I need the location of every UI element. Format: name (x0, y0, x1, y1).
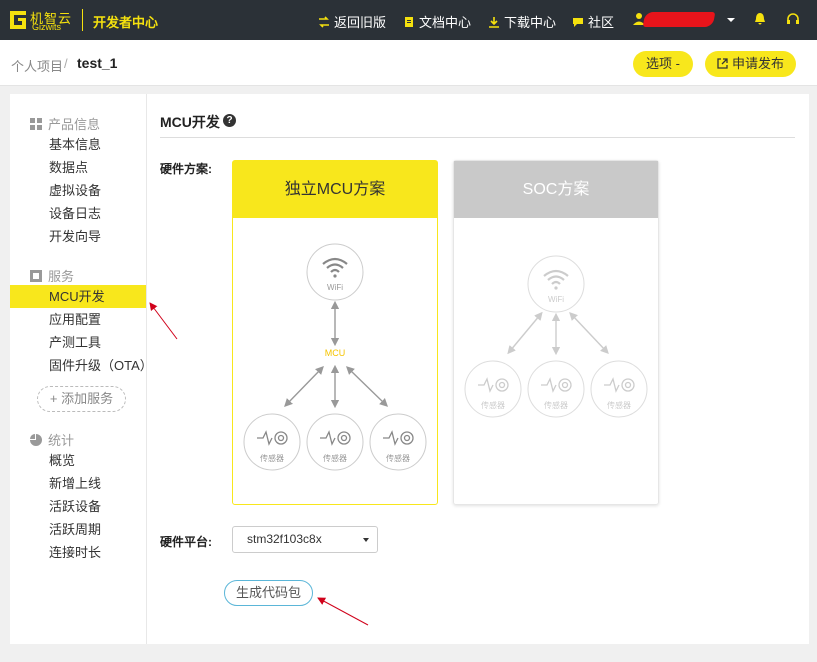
sensor-node: 传感器 (243, 413, 301, 471)
sidebar-item-active-devices[interactable]: 活跃设备 (10, 495, 147, 518)
nav-community[interactable]: 社区 (572, 12, 614, 31)
page-title: MCU开发 (160, 114, 220, 130)
publish-label: 申请发布 (731, 56, 784, 71)
download-icon (489, 17, 499, 28)
external-link-icon (717, 58, 728, 69)
nav-docs[interactable]: 文档中心 (403, 12, 471, 31)
mcu-label: MCU (325, 348, 346, 358)
wifi-label: WiFi (327, 283, 343, 292)
sidebar-item-basic-info[interactable]: 基本信息 (10, 133, 147, 156)
nav-back-to-old-version[interactable]: 返回旧版 (318, 12, 386, 31)
wifi-node: WiFi (527, 255, 585, 313)
sensor-node: 传感器 (369, 413, 427, 471)
sidebar-item-dev-guide[interactable]: 开发向导 (10, 225, 147, 248)
caret-down-icon (363, 538, 369, 542)
mcu-sensor-link (284, 365, 324, 408)
soc-topology-diagram: WiFi 传感器 传感器 传感器 (464, 255, 648, 418)
title-divider (160, 137, 795, 138)
hardware-platform-select[interactable]: stm32f103c8x (232, 526, 378, 553)
options-button[interactable]: 选项 - (633, 51, 693, 77)
gizwits-logo[interactable]: 机智云 Gizwits (8, 7, 72, 33)
sidebar-item-device-log[interactable]: 设备日志 (10, 202, 147, 225)
platform-value: stm32f103c8x (247, 532, 322, 546)
nav-label: 返回旧版 (334, 15, 387, 30)
switch-icon (319, 16, 329, 28)
grid-icon (30, 118, 42, 130)
sidebar-item-app-config[interactable]: 应用配置 (10, 308, 147, 331)
sensor-node: 传感器 (527, 360, 585, 418)
sidebar-item-overview[interactable]: 概览 (10, 449, 147, 472)
sidebar: 产品信息 基本信息 数据点 虚拟设备 设备日志 开发向导 服务 MCU开发 应用… (10, 94, 153, 644)
sensor-label: 传感器 (607, 400, 631, 410)
redacted-username[interactable] (642, 12, 716, 27)
sidebar-item-datapoints[interactable]: 数据点 (10, 156, 147, 179)
sensor-node: 传感器 (590, 360, 648, 418)
sensor-node: 传感器 (306, 413, 364, 471)
top-navbar: 机智云 Gizwits 开发者中心 返回旧版 文档中心 下载中心 社区 (0, 0, 817, 40)
wifi-node: WiFi (306, 243, 364, 301)
scheme-title: SOC方案 (454, 161, 658, 218)
breadcrumb-bar: 个人项目 / test_1 选项 - 申请发布 (0, 40, 817, 86)
nav-label: 社区 (588, 15, 615, 30)
breadcrumb-separator: / (64, 56, 68, 71)
nav-downloads[interactable]: 下载中心 (488, 12, 556, 31)
sidebar-item-active-period[interactable]: 活跃周期 (10, 518, 147, 541)
scheme-diagram: WiFi MCU 传感器 传感器 传感器 (233, 218, 437, 506)
sensor-label: 传感器 (323, 453, 347, 463)
chat-icon (573, 18, 583, 27)
logo-mark-icon (10, 11, 26, 29)
wifi-sensor-link (507, 311, 543, 355)
publish-button[interactable]: 申请发布 (705, 51, 796, 77)
generate-code-button[interactable]: 生成代码包 (224, 580, 313, 606)
add-service-button[interactable]: + 添加服务 (37, 386, 126, 412)
scheme-card-mcu[interactable]: 独立MCU方案 WiFi MCU 传感器 传感器 传感器 (232, 160, 438, 505)
sidebar-item-mcu-dev[interactable]: MCU开发 (10, 285, 146, 308)
scheme-diagram: WiFi 传感器 传感器 传感器 (454, 218, 658, 506)
sidebar-section-stats: 统计 (30, 430, 74, 449)
sidebar-section-services: 服务 (30, 266, 74, 285)
nav-label: 下载中心 (504, 15, 557, 30)
sidebar-item-connection-duration[interactable]: 连接时长 (10, 541, 147, 564)
sidebar-item-virtual-device[interactable]: 虚拟设备 (10, 179, 147, 202)
sensor-node: 传感器 (464, 360, 522, 418)
sensor-label: 传感器 (481, 400, 505, 410)
sidebar-item-production-test[interactable]: 产测工具 (10, 331, 147, 354)
bell-icon[interactable] (753, 12, 767, 26)
sidebar-item-new-online[interactable]: 新增上线 (10, 472, 147, 495)
logo-subtext: Gizwits (32, 22, 61, 32)
scheme-card-soc[interactable]: SOC方案 WiFi 传感器 传感器 传感器 (453, 160, 659, 505)
help-icon[interactable]: ? (223, 114, 236, 127)
document-icon (405, 17, 413, 27)
nav-label: 文档中心 (419, 15, 472, 30)
sidebar-section-product-info: 产品信息 (30, 114, 100, 133)
sidebar-item-ota[interactable]: 固件升级（OTA） (10, 354, 153, 377)
headset-icon[interactable] (786, 12, 800, 26)
wifi-label: WiFi (548, 295, 564, 304)
breadcrumb-current: test_1 (77, 55, 118, 71)
sensor-label: 传感器 (260, 453, 284, 463)
section-title: 产品信息 (48, 117, 101, 132)
wifi-sensor-link (569, 311, 609, 355)
chevron-down-icon[interactable] (724, 13, 738, 27)
site-title[interactable]: 开发者中心 (93, 12, 158, 31)
section-title: 服务 (48, 269, 75, 284)
sensor-label: 传感器 (386, 453, 410, 463)
section-title: 统计 (48, 433, 75, 448)
sensor-label: 传感器 (544, 400, 568, 410)
pie-chart-icon (30, 434, 42, 446)
logo-divider (82, 9, 83, 31)
breadcrumb-root[interactable]: 个人项目 (11, 56, 63, 75)
mcu-sensor-link (345, 366, 389, 407)
hardware-platform-label: 硬件平台: (160, 535, 212, 549)
service-icon (30, 270, 42, 282)
mcu-topology-diagram: WiFi MCU 传感器 传感器 传感器 (243, 243, 427, 471)
scheme-title: 独立MCU方案 (233, 161, 437, 218)
content-area: MCU开发 ? 硬件方案: 独立MCU方案 WiFi MCU 传感器 传感器 传… (147, 94, 809, 644)
hardware-scheme-label: 硬件方案: (160, 162, 212, 176)
main-card: 产品信息 基本信息 数据点 虚拟设备 设备日志 开发向导 服务 MCU开发 应用… (10, 94, 809, 644)
